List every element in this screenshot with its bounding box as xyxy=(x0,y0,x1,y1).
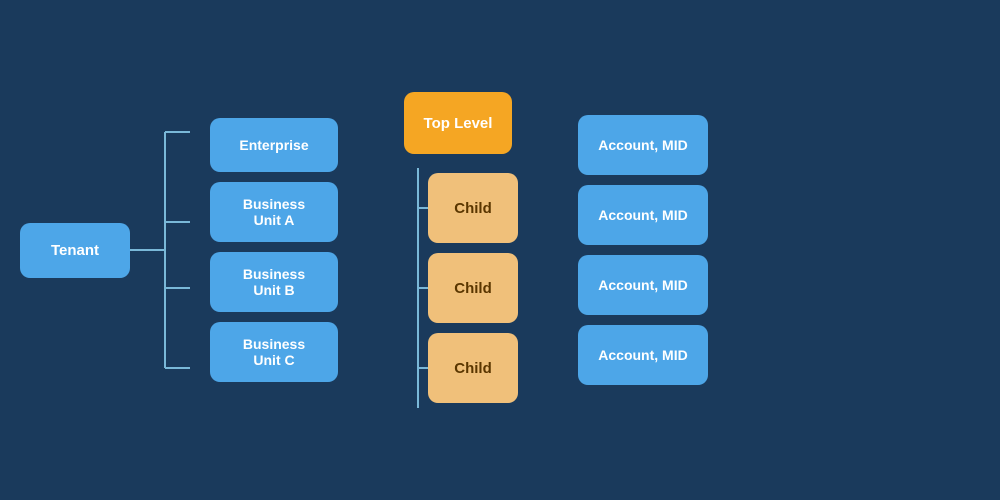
top-level-node: Top Level xyxy=(404,92,512,154)
business-unit-a-node: BusinessUnit A xyxy=(210,182,338,242)
children-area: Child Child Child xyxy=(398,168,518,408)
business-unit-c-node: BusinessUnit C xyxy=(210,322,338,382)
children-col: Child Child Child xyxy=(428,173,518,403)
tenant-col: Tenant xyxy=(20,223,130,278)
child-1-node: Child xyxy=(428,173,518,243)
account-3-node: Account, MID xyxy=(578,255,708,315)
tenant-node: Tenant xyxy=(20,223,130,278)
top-level-section: Top Level Child Child xyxy=(398,92,518,408)
tenant-bracket-svg xyxy=(130,105,210,395)
child-3-node: Child xyxy=(428,333,518,403)
account-4-node: Account, MID xyxy=(578,325,708,385)
account-2-node: Account, MID xyxy=(578,185,708,245)
accounts-col: Account, MID Account, MID Account, MID A… xyxy=(578,115,708,385)
enterprise-node: Enterprise xyxy=(210,118,338,172)
children-bracket-svg xyxy=(398,168,428,408)
business-units-col: Enterprise BusinessUnit A BusinessUnit B… xyxy=(210,118,338,382)
child-2-node: Child xyxy=(428,253,518,323)
tenant-to-business-connector xyxy=(130,105,210,395)
account-1-node: Account, MID xyxy=(578,115,708,175)
diagram: Tenant Enterprise BusinessUnit A Busines… xyxy=(20,92,980,408)
business-unit-b-node: BusinessUnit B xyxy=(210,252,338,312)
